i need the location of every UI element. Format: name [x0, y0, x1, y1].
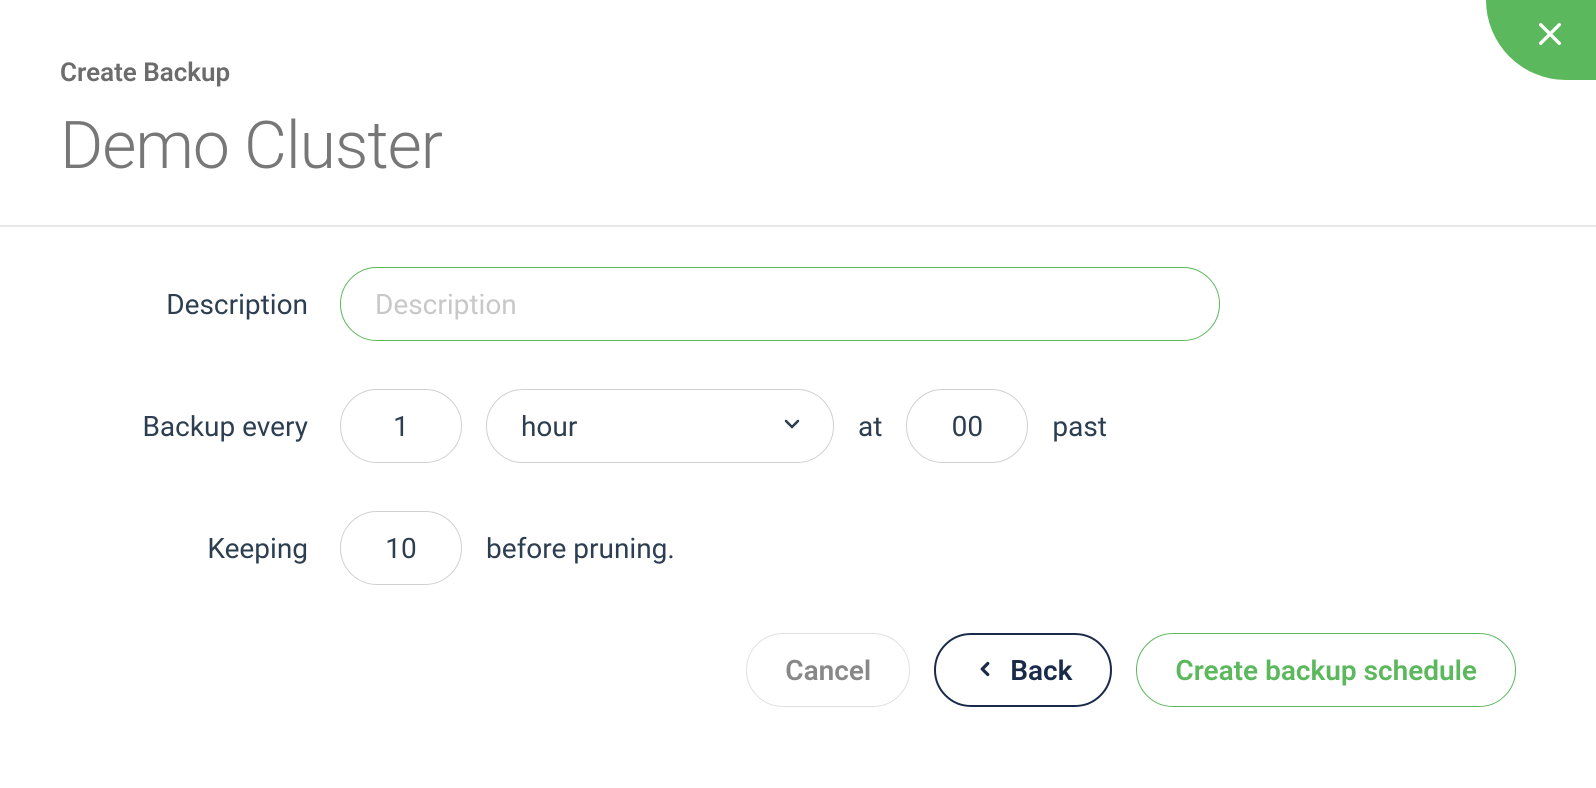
backup-every-label: Backup every: [60, 410, 340, 443]
keeping-label: Keeping: [60, 532, 340, 565]
button-row: Cancel Back Create backup schedule: [60, 633, 1536, 707]
cancel-button[interactable]: Cancel: [746, 633, 910, 707]
keeping-input[interactable]: [340, 511, 462, 585]
at-text: at: [858, 410, 882, 443]
description-label: Description: [60, 288, 340, 321]
description-input[interactable]: [340, 267, 1220, 341]
interval-input[interactable]: [340, 389, 462, 463]
unit-select[interactable]: hour: [486, 389, 834, 463]
page-subtitle: Create Backup: [60, 58, 1536, 88]
back-button-label: Back: [1010, 654, 1072, 687]
keeping-suffix: before pruning.: [486, 532, 675, 565]
chevron-left-icon: [974, 654, 996, 687]
create-backup-schedule-button[interactable]: Create backup schedule: [1136, 633, 1516, 707]
past-text: past: [1052, 410, 1107, 443]
form-container: Description Backup every hour at past Ke…: [0, 227, 1596, 747]
page-title: Demo Cluster: [60, 108, 1536, 185]
minute-input[interactable]: [906, 389, 1028, 463]
back-button[interactable]: Back: [934, 633, 1112, 707]
keeping-row: Keeping before pruning.: [60, 511, 1536, 585]
backup-every-row: Backup every hour at past: [60, 389, 1536, 463]
page-header: Create Backup Demo Cluster: [0, 0, 1596, 227]
description-row: Description: [60, 267, 1536, 341]
close-icon: [1534, 18, 1566, 54]
